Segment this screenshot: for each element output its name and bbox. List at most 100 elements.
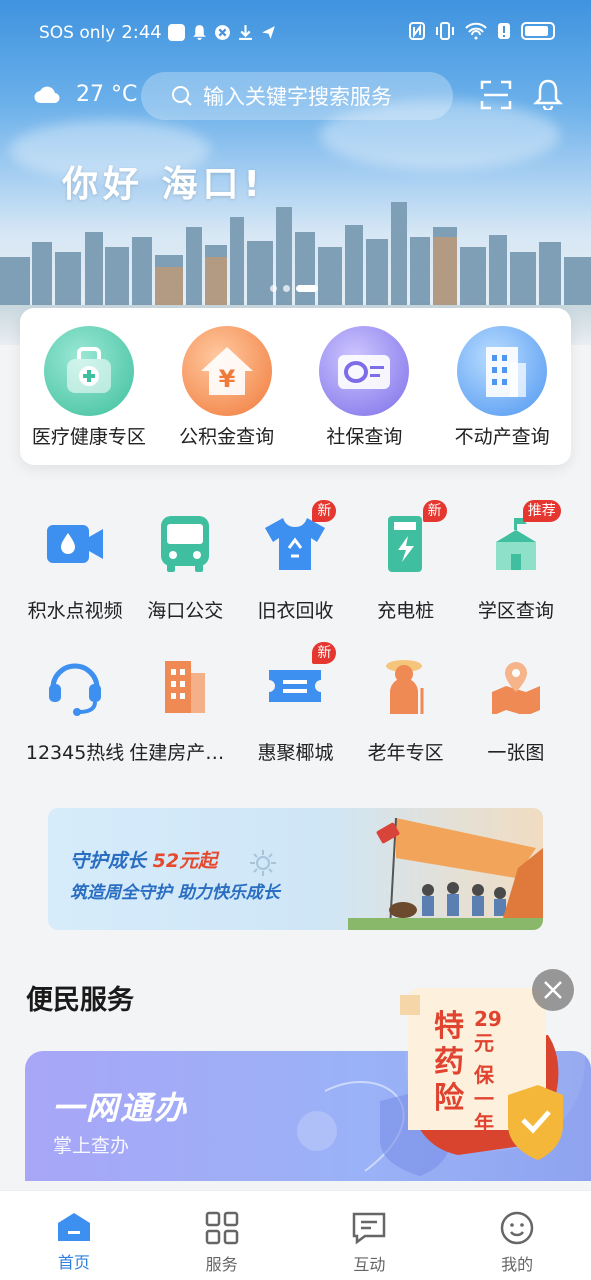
quick-item-label: 公积金查询 bbox=[179, 426, 275, 448]
close-promo-button[interactable] bbox=[532, 969, 574, 1011]
grid-item-label: 旧衣回收 bbox=[257, 600, 334, 622]
housing-fund-icon: ¥ bbox=[181, 326, 272, 416]
blocked-icon bbox=[214, 25, 230, 40]
bus-icon bbox=[153, 512, 217, 576]
grid-item-clothes-recycle[interactable]: 新 旧衣回收 bbox=[240, 500, 350, 642]
carousel-dot-active bbox=[296, 285, 318, 292]
alert-icon bbox=[498, 23, 510, 39]
battery-icon bbox=[521, 22, 555, 40]
video-camera-icon bbox=[43, 512, 107, 576]
grid-item-huiju[interactable]: 新 惠聚椰城 bbox=[240, 642, 350, 784]
app-notification-icon bbox=[261, 26, 275, 39]
family-camping-image bbox=[348, 817, 543, 930]
tab-services[interactable]: 服务 bbox=[148, 1191, 296, 1280]
close-icon bbox=[544, 981, 562, 999]
banner-price: 52元起 bbox=[152, 850, 218, 872]
nfc-icon bbox=[409, 22, 425, 40]
quick-item-housing-fund[interactable]: ¥ 公积金查询 bbox=[158, 308, 296, 465]
banner-headline: 守护成长 52元起 bbox=[70, 846, 217, 873]
headset-icon bbox=[43, 654, 107, 718]
quick-item-label: 社保查询 bbox=[326, 426, 403, 448]
grid-item-hotline[interactable]: 12345热线 bbox=[20, 642, 130, 784]
grid-item-label: 住建房产信... bbox=[129, 742, 242, 764]
tab-label: 服务 bbox=[205, 1255, 238, 1274]
grid-item-elderly[interactable]: 老年专区 bbox=[351, 642, 461, 784]
carousel-dot bbox=[283, 285, 290, 292]
recommend-badge: 推荐 bbox=[522, 500, 561, 522]
carrier-label: SOS only bbox=[39, 22, 116, 43]
weather-widget[interactable]: 27 °C bbox=[34, 82, 137, 107]
apartment-building-icon bbox=[153, 654, 217, 718]
bottom-tab-bar: 首页 服务 互动 我的 bbox=[0, 1190, 591, 1280]
greeting-text: 你好 海口! bbox=[62, 164, 265, 205]
grid-item-housing-info[interactable]: 住建房产信... bbox=[129, 642, 242, 784]
vpn-shield-icon bbox=[167, 24, 185, 41]
wifi-icon bbox=[465, 22, 487, 40]
clock: 2:44 bbox=[121, 22, 162, 43]
grid-item-label: 充电桩 bbox=[377, 600, 435, 622]
real-estate-building-icon bbox=[457, 326, 548, 416]
tab-label: 互动 bbox=[353, 1255, 386, 1274]
insurance-ad-banner[interactable]: 守护成长 52元起 筑造周全守护 助力快乐成长 bbox=[48, 808, 543, 930]
services-grid: 积水点视频 海口公交 新 旧衣回收 新 充电桩 推荐 学区查询 12345热线 … bbox=[20, 500, 571, 784]
new-badge: 新 bbox=[422, 500, 447, 522]
grid-item-label: 海口公交 bbox=[147, 600, 224, 622]
grid-item-flood-video[interactable]: 积水点视频 bbox=[20, 500, 130, 642]
carousel-dot bbox=[270, 285, 277, 292]
grid-item-charging-pile[interactable]: 新 充电桩 bbox=[351, 500, 461, 642]
search-bar[interactable]: 输入关键字搜索服务 bbox=[141, 72, 453, 120]
tab-mine[interactable]: 我的 bbox=[443, 1191, 591, 1280]
grid-item-label: 12345热线 bbox=[25, 742, 125, 764]
tab-interaction[interactable]: 互动 bbox=[296, 1191, 444, 1280]
tab-home[interactable]: 首页 bbox=[0, 1191, 148, 1280]
search-placeholder: 输入关键字搜索服务 bbox=[203, 85, 392, 109]
promo-period: 保一年 bbox=[474, 1063, 494, 1135]
new-badge: 新 bbox=[312, 500, 337, 522]
grid-item-school-district[interactable]: 推荐 学区查询 bbox=[461, 500, 571, 642]
chat-icon bbox=[353, 1212, 386, 1245]
card-title: 一网通办 bbox=[52, 1089, 189, 1127]
social-security-card-icon bbox=[319, 326, 410, 416]
promo-price: 29元 bbox=[474, 1007, 502, 1055]
scan-icon[interactable] bbox=[480, 80, 512, 110]
quick-item-medical[interactable]: 医疗健康专区 bbox=[20, 308, 158, 465]
elderly-icon bbox=[374, 654, 438, 718]
quick-services-card: 医疗健康专区 ¥ 公积金查询 社保查询 不动产查询 bbox=[20, 308, 571, 465]
quick-item-label: 不动产查询 bbox=[454, 426, 550, 448]
profile-face-icon bbox=[500, 1211, 534, 1245]
temperature: 27 °C bbox=[76, 82, 138, 107]
section-title: 便民服务 bbox=[26, 985, 134, 1016]
grid-icon bbox=[205, 1211, 238, 1245]
status-bar: SOS only 2:44 bbox=[0, 0, 591, 66]
quick-item-real-estate[interactable]: 不动产查询 bbox=[433, 308, 571, 465]
floating-insurance-promo[interactable]: 特药险 29元 保一年 bbox=[398, 985, 568, 1165]
quick-item-social-security[interactable]: 社保查询 bbox=[296, 308, 434, 465]
grid-item-label: 一张图 bbox=[487, 742, 545, 764]
home-icon bbox=[57, 1213, 90, 1241]
grid-item-one-map[interactable]: 一张图 bbox=[461, 642, 571, 784]
promo-title: 特药险 bbox=[434, 1009, 464, 1116]
grid-item-label: 学区查询 bbox=[477, 600, 554, 622]
bell-icon[interactable] bbox=[533, 78, 563, 110]
vibrate-icon bbox=[436, 22, 454, 40]
banner-headline-prefix: 守护成长 bbox=[70, 850, 147, 872]
carousel-indicator bbox=[270, 285, 318, 292]
quick-item-label: 医疗健康专区 bbox=[31, 426, 146, 448]
medical-kit-icon bbox=[43, 326, 134, 416]
card-subtitle: 掌上查办 bbox=[53, 1135, 130, 1157]
svg-text:¥: ¥ bbox=[218, 365, 235, 393]
new-badge: 新 bbox=[312, 642, 337, 664]
sun-icon bbox=[250, 850, 276, 876]
grid-item-label: 惠聚椰城 bbox=[257, 742, 334, 764]
tab-label: 我的 bbox=[501, 1255, 534, 1274]
download-icon bbox=[238, 25, 252, 40]
top-bar: 27 °C 输入关键字搜索服务 bbox=[0, 70, 591, 122]
grid-item-bus[interactable]: 海口公交 bbox=[130, 500, 240, 642]
tab-label: 首页 bbox=[57, 1253, 90, 1272]
grid-item-label: 老年专区 bbox=[367, 742, 444, 764]
cloud-icon bbox=[34, 86, 60, 103]
search-icon bbox=[172, 86, 192, 106]
map-pin-icon bbox=[484, 654, 548, 718]
banner-subline: 筑造周全守护 助力快乐成长 bbox=[70, 883, 280, 903]
grid-item-label: 积水点视频 bbox=[27, 600, 123, 622]
